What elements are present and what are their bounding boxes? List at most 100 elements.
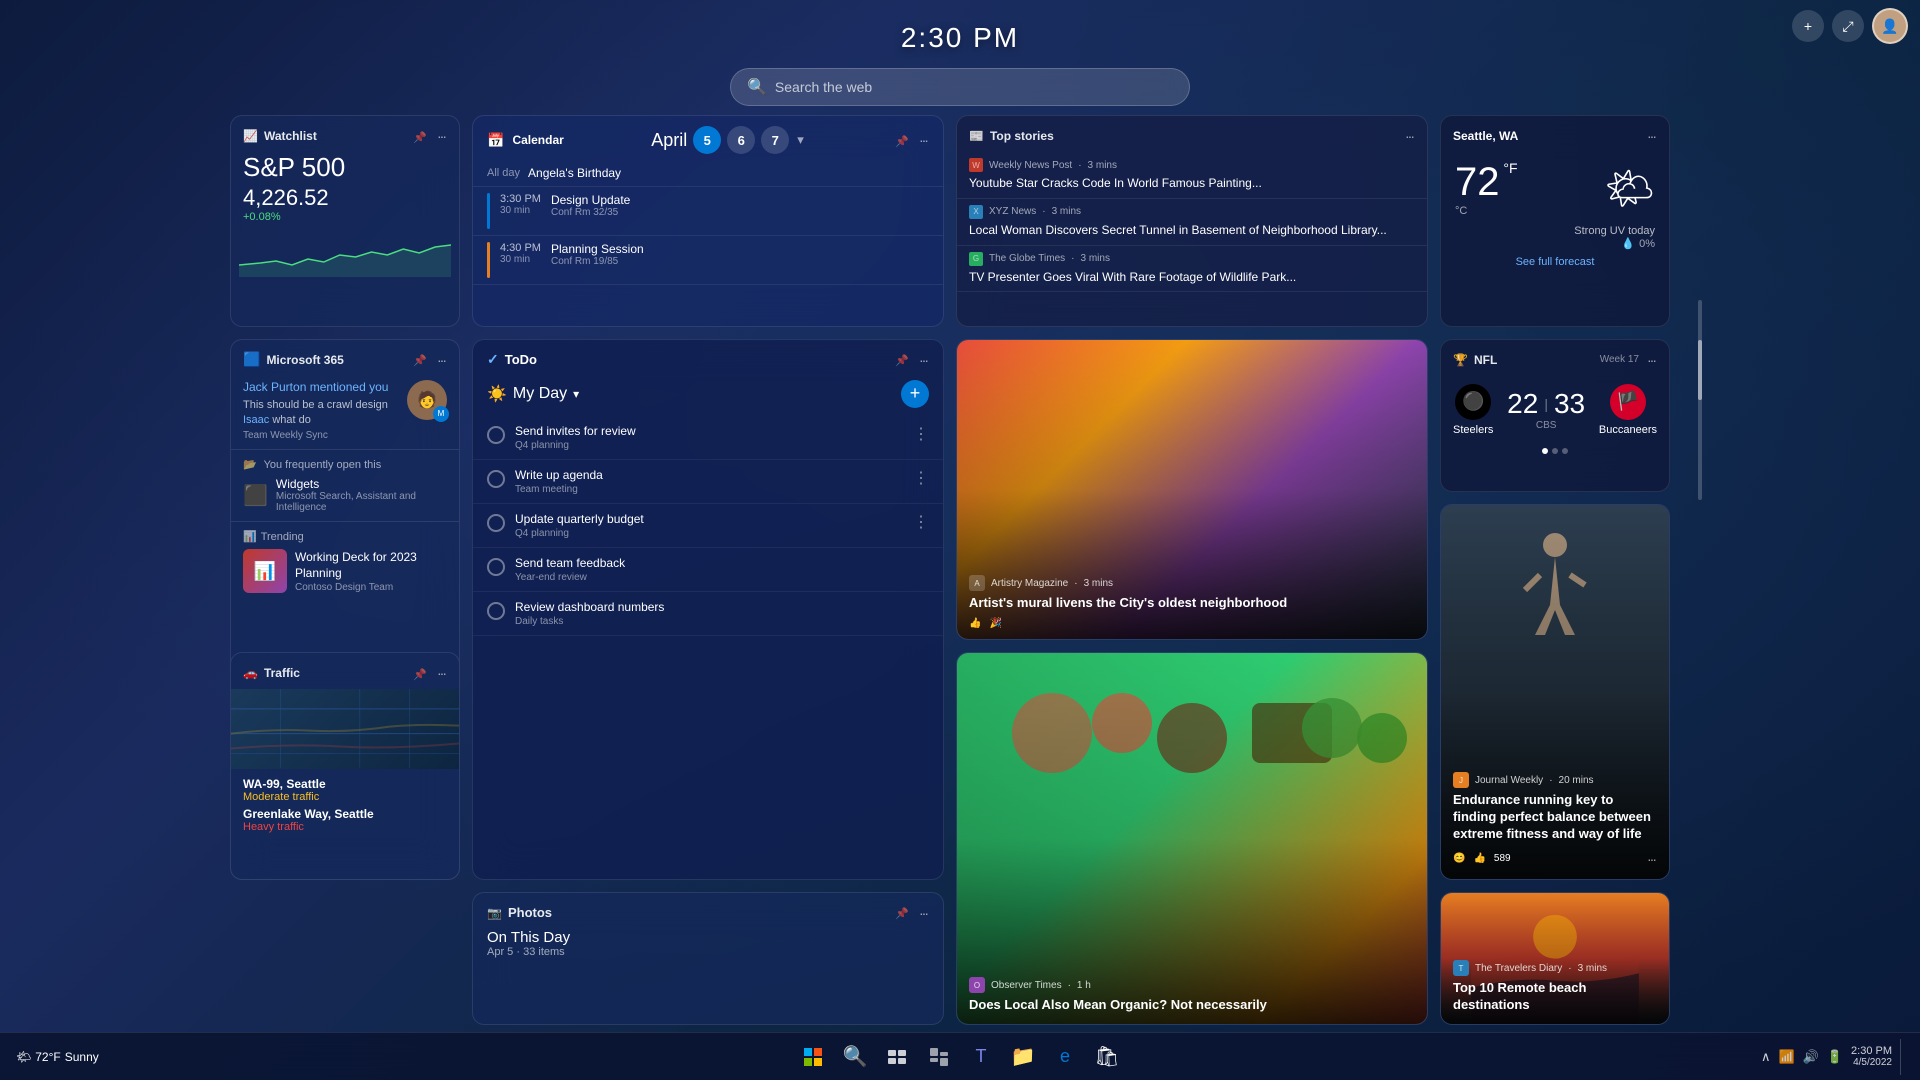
nfl-pagination [1441, 444, 1669, 458]
todo-item-1: Send invites for review Q4 planning ⋮ [473, 416, 943, 460]
show-desktop-button[interactable] [1900, 1039, 1904, 1075]
todo-pin[interactable] [893, 350, 911, 369]
mention-text: This should be a crawl design Isaac what… [243, 398, 399, 429]
trending-label: 📊 Trending [243, 530, 447, 543]
chevron-up-icon[interactable]: ∧ [1761, 1049, 1771, 1065]
watchlist-more[interactable] [435, 126, 447, 146]
taskbar-edge-button[interactable]: e [1047, 1039, 1083, 1075]
todo-more[interactable] [917, 350, 929, 370]
calendar-event-2[interactable]: 4:30 PM 30 min Planning Session Conf Rm … [473, 236, 943, 285]
taskbar-teams-button[interactable]: T [963, 1039, 999, 1075]
traffic-routes: WA-99, Seattle Moderate traffic Greenlak… [231, 769, 459, 845]
todo-card: ✓ ToDo ☀️ My Day ▾ + Send invites for re… [472, 339, 944, 880]
frequent-item[interactable]: ⬛ Widgets Microsoft Search, Assistant an… [243, 477, 447, 513]
todo-add-button[interactable]: + [901, 380, 929, 408]
source-icon-3: G [969, 252, 983, 266]
volume-icon[interactable]: 🔊 [1803, 1049, 1819, 1065]
calendar-day-today[interactable]: 5 [693, 126, 721, 154]
source-2: XYZ News [989, 206, 1036, 217]
todo-checkbox-1[interactable] [487, 426, 505, 444]
traffic-pin[interactable] [411, 664, 429, 683]
top-bar: + ⤢ 👤 [1780, 0, 1920, 52]
calendar-expand[interactable]: ▾ [795, 130, 806, 150]
traffic-icon: 🚗 [243, 666, 258, 680]
frequent-app-sub: Microsoft Search, Assistant and Intellig… [276, 491, 447, 513]
todo-item-3-more[interactable]: ⋮ [913, 512, 929, 532]
taskbar-taskview-button[interactable] [879, 1039, 915, 1075]
journal-reactions: 😊 👍 589 [1453, 849, 1657, 869]
scroll-thumb[interactable] [1698, 340, 1702, 400]
calendar-day-6[interactable]: 6 [727, 126, 755, 154]
watchlist-title: Watchlist [264, 129, 317, 143]
journal-more[interactable] [1645, 849, 1657, 869]
weather-sun-icon: 🌤 [1604, 165, 1655, 212]
nfl-more[interactable] [1645, 350, 1657, 370]
trending-section: 📊 Trending 📊 Working Deck for 2023 Plann… [231, 522, 459, 601]
dot-2[interactable] [1552, 448, 1558, 454]
todo-item-2-more[interactable]: ⋮ [913, 468, 929, 488]
news-item-1[interactable]: W Weekly News Post · 3 mins Youtube Star… [957, 152, 1427, 199]
nfl-network: CBS [1507, 420, 1585, 431]
todo-header: ✓ ToDo [473, 340, 943, 374]
todo-checkbox-2[interactable] [487, 470, 505, 488]
frequent-app-name: Widgets [276, 477, 447, 491]
artist-headline: Artist's mural livens the City's oldest … [969, 595, 1415, 612]
news-item-2[interactable]: X XYZ News · 3 mins Local Woman Discover… [957, 199, 1427, 246]
powerpoint-icon: ⬛ [243, 483, 268, 508]
todo-checkbox-4[interactable] [487, 558, 505, 576]
search-icon: 🔍 [747, 77, 767, 97]
calendar-more[interactable] [917, 130, 929, 150]
travelers-time: 3 mins [1578, 963, 1607, 974]
traffic-more[interactable] [435, 663, 447, 683]
mention-sub: Team Weekly Sync [243, 430, 399, 441]
nfl-card: 🏆 NFL Week 17 ⚫ Steelers 22 | 33 CBS [1440, 339, 1670, 492]
calendar-month: April [651, 130, 687, 151]
mention-link[interactable]: Isaac [243, 414, 269, 426]
calendar-event-1[interactable]: 3:30 PM 30 min Design Update Conf Rm 32/… [473, 187, 943, 236]
add-button[interactable]: + [1792, 10, 1824, 42]
produce-card[interactable]: O Observer Times · 1 h Does Local Also M… [956, 652, 1428, 1025]
journal-card[interactable]: J Journal Weekly · 20 mins Endurance run… [1440, 504, 1670, 880]
m365-header: 🟦 Microsoft 365 [231, 340, 459, 376]
headline-2: Local Woman Discovers Secret Tunnel in B… [969, 222, 1415, 239]
search-input[interactable] [775, 79, 1173, 95]
sparkline-chart [231, 227, 459, 277]
taskbar-explorer-button[interactable]: 📁 [1005, 1039, 1041, 1075]
todo-item-5: Review dashboard numbers Daily tasks [473, 592, 943, 636]
dot-3[interactable] [1562, 448, 1568, 454]
taskbar-store-button[interactable]: 🛍 [1089, 1039, 1125, 1075]
calendar-day-7[interactable]: 7 [761, 126, 789, 154]
nfl-week: Week 17 [1600, 354, 1639, 365]
artist-card[interactable]: A Artistry Magazine · 3 mins Artist's mu… [956, 339, 1428, 641]
topstories-more[interactable] [1403, 126, 1415, 146]
taskbar-search-button[interactable]: 🔍 [837, 1039, 873, 1075]
taskbar-widgets-button[interactable] [921, 1039, 957, 1075]
clock: 2:30 PM [901, 22, 1019, 54]
todo-checkbox-5[interactable] [487, 602, 505, 620]
wifi-icon[interactable]: 📶 [1778, 1049, 1794, 1065]
journal-time: 20 mins [1559, 775, 1594, 786]
produce-headline: Does Local Also Mean Organic? Not necess… [969, 997, 1415, 1014]
user-avatar[interactable]: 👤 [1872, 8, 1908, 44]
battery-icon[interactable]: 🔋 [1827, 1049, 1843, 1065]
dot-1[interactable] [1542, 448, 1548, 454]
trending-item[interactable]: 📊 Working Deck for 2023 Planning Contoso… [243, 549, 447, 593]
traffic-title: Traffic [264, 666, 300, 680]
travelers-card[interactable]: T The Travelers Diary · 3 mins Top 10 Re… [1440, 892, 1670, 1025]
source-1: Weekly News Post [989, 160, 1072, 171]
watchlist-pin[interactable] [411, 127, 429, 146]
weather-more[interactable] [1645, 126, 1657, 146]
forecast-link[interactable]: See full forecast [1441, 250, 1669, 274]
minimize-button[interactable]: ⤢ [1832, 10, 1864, 42]
start-button[interactable] [795, 1039, 831, 1075]
m365-pin[interactable] [411, 350, 429, 369]
news-item-3[interactable]: G The Globe Times · 3 mins TV Presenter … [957, 246, 1427, 293]
photos-pin[interactable] [893, 903, 911, 922]
calendar-pin[interactable] [893, 131, 911, 150]
todo-checkbox-3[interactable] [487, 514, 505, 532]
todo-item-1-more[interactable]: ⋮ [913, 424, 929, 444]
photos-more[interactable] [917, 903, 929, 923]
taskbar-clock[interactable]: 2:30 PM 4/5/2022 [1851, 1045, 1892, 1068]
travelers-icon: T [1453, 960, 1469, 976]
m365-more[interactable] [435, 350, 447, 370]
